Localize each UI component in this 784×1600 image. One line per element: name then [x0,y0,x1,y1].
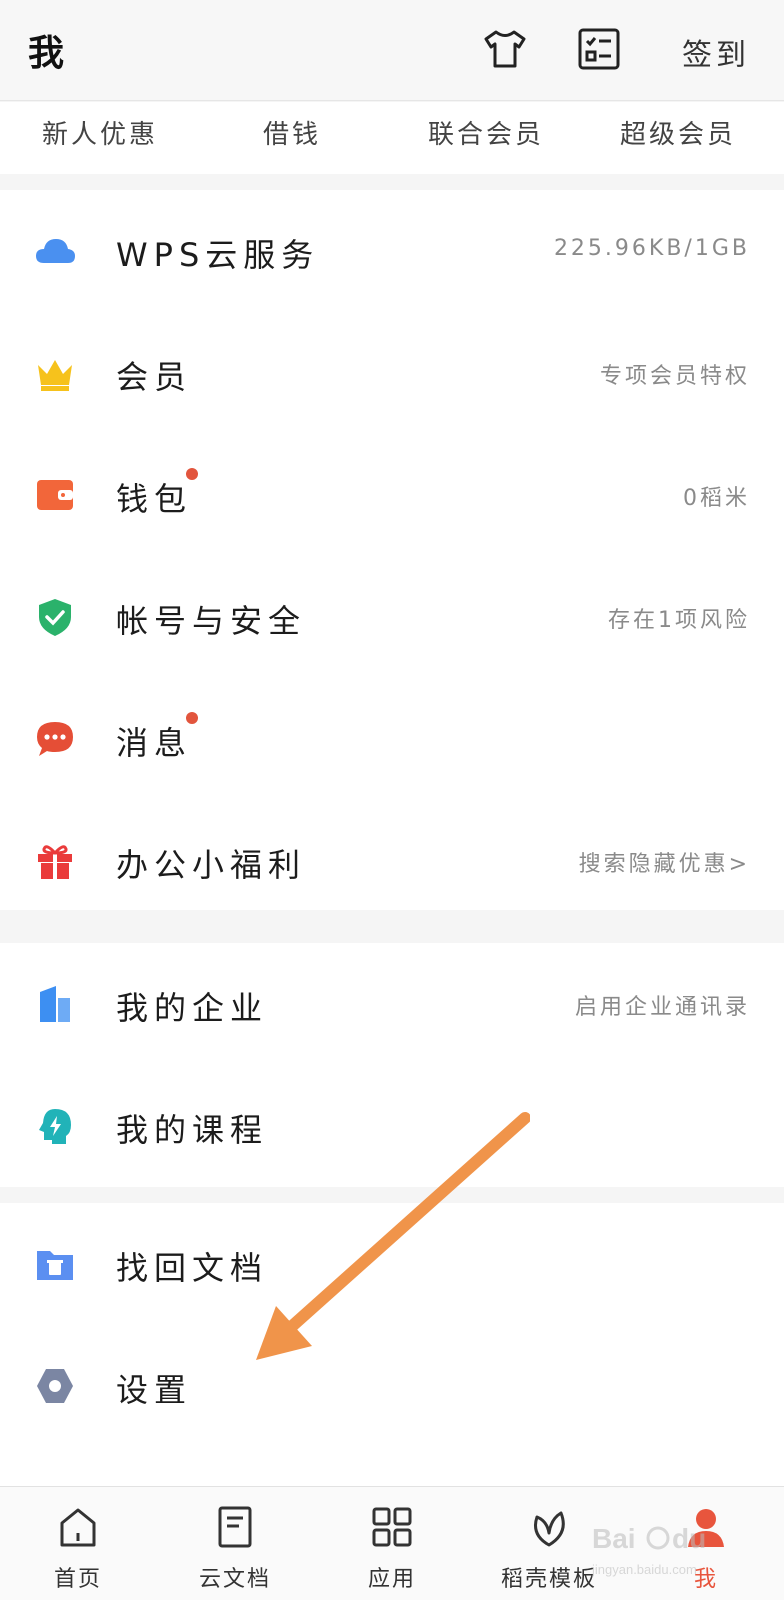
course-icon [39,1109,71,1144]
row-value: 搜索隐藏优惠> [578,852,750,877]
svg-text:du: du [672,1523,706,1554]
row-membership[interactable]: 会员 专项会员特权 [0,312,784,434]
enterprise-icon [40,986,70,1022]
page-title: 我 [28,33,65,74]
row-label: 找回文档 [116,1249,269,1287]
quick-links-strip: 新人优惠 借钱 联合会员 超级会员 [0,102,784,174]
tab-label: 云文档 [198,1567,271,1592]
row-value: 225.96KB/1GB [553,236,750,261]
tab-apps[interactable]: 应用 [314,1487,470,1600]
checklist-icon[interactable] [576,26,622,72]
leaf-icon [534,1511,565,1547]
row-wallet[interactable]: 钱包 0稻米 [0,434,784,556]
row-value: 存在1项风险 [608,608,750,633]
unread-dot [186,712,198,724]
quick-link-loan[interactable]: 借钱 [263,114,321,151]
row-value: 启用企业通讯录 [574,995,750,1020]
row-label: 会员 [116,358,193,396]
cloud-doc-icon [218,1506,252,1548]
row-value: 0稻米 [683,486,750,511]
shield-icon [39,599,71,636]
top-bar: 我 签到 [0,0,784,101]
baidu-jingyan-watermark: Bai du jingyan.baidu.com [591,1523,706,1577]
row-label: 设置 [116,1371,193,1409]
row-my-enterprise[interactable]: 我的企业 启用企业通讯录 [0,943,784,1065]
cloud-icon [36,239,75,263]
annotation-arrow [256,1112,530,1360]
tshirt-icon[interactable] [482,26,528,72]
row-label: 我的课程 [116,1111,269,1149]
gift-icon [38,845,72,879]
row-label: WPS云服务 [116,236,320,274]
row-label: 消息 [116,724,193,762]
account-section: WPS云服务 225.96KB/1GB 会员 专项会员特权 钱包 0稻米 帐号与… [0,190,784,910]
row-label: 办公小福利 [116,846,307,884]
checkin-button[interactable]: 签到 [682,30,750,74]
svg-text:jingyan.baidu.com: jingyan.baidu.com [591,1562,697,1577]
tab-cloud-docs[interactable]: 云文档 [157,1487,313,1600]
quick-link-super-member[interactable]: 超级会员 [620,114,736,151]
tab-home[interactable]: 首页 [0,1487,156,1600]
row-messages[interactable]: 消息 [0,678,784,800]
row-office-benefits[interactable]: 办公小福利 搜索隐藏优惠> [0,800,784,922]
wallet-icon [37,480,73,510]
home-icon [60,1508,96,1547]
row-account-security[interactable]: 帐号与安全 存在1项风险 [0,556,784,678]
apps-grid-icon [372,1507,412,1547]
unread-dot [186,468,198,480]
message-icon [37,722,73,756]
settings-hex-icon [37,1369,73,1403]
tab-label: 应用 [367,1567,416,1592]
row-cloud-service[interactable]: WPS云服务 225.96KB/1GB [0,190,784,312]
row-value: 专项会员特权 [599,364,750,389]
quick-link-newcomer[interactable]: 新人优惠 [42,114,158,151]
row-label: 钱包 [116,480,193,518]
tab-label: 首页 [53,1567,102,1592]
row-label: 帐号与安全 [116,602,307,640]
quick-link-joint-member[interactable]: 联合会员 [428,114,544,151]
row-label: 我的企业 [116,989,269,1027]
crown-icon [38,360,72,391]
svg-text:Bai: Bai [592,1523,636,1554]
recover-folder-icon [37,1251,73,1280]
